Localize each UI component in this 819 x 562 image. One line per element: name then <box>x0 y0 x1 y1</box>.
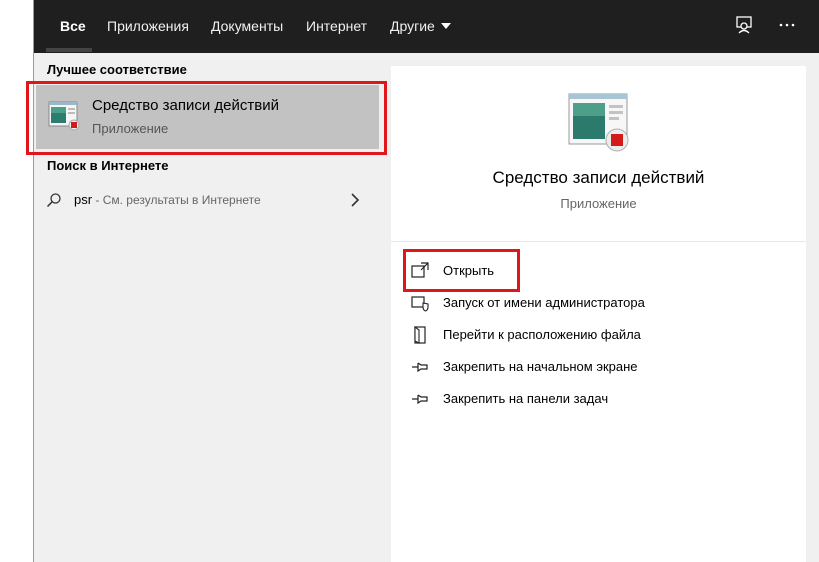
open-icon <box>411 262 429 278</box>
web-search-row[interactable]: psr - См. результаты в Интернете <box>34 185 390 215</box>
web-search-heading: Поиск в Интернете <box>47 158 169 173</box>
best-match-name: Средство записи действий <box>92 97 279 114</box>
action-pin-taskbar[interactable]: Закрепить на панели задач <box>411 386 711 412</box>
best-match-type: Приложение <box>92 121 169 136</box>
feedback-icon[interactable] <box>734 14 756 36</box>
tab-apps[interactable]: Приложения <box>107 18 189 34</box>
action-file-location-label: Перейти к расположению файла <box>443 327 641 342</box>
action-pin-start[interactable]: Закрепить на начальном экране <box>411 354 711 380</box>
web-query: psr <box>74 192 93 207</box>
action-run-as-admin-label: Запуск от имени администратора <box>443 295 645 310</box>
best-match-heading: Лучшее соответствие <box>47 62 187 77</box>
web-hint: - См. результаты в Интернете <box>92 193 261 207</box>
search-filter-bar: Все Приложения Документы Интернет Другие <box>34 0 819 53</box>
tab-documents[interactable]: Документы <box>211 18 283 34</box>
results-pane: Лучшее соответствие Средство записи дейс… <box>34 53 390 562</box>
tab-more-label: Другие <box>390 18 435 34</box>
steps-recorder-large-icon <box>568 93 629 152</box>
pin-start-icon <box>412 362 428 373</box>
best-match-item[interactable]: Средство записи действий Приложение <box>36 85 379 149</box>
tab-more[interactable]: Другие <box>390 18 451 34</box>
more-icon[interactable] <box>776 14 798 36</box>
tab-internet[interactable]: Интернет <box>306 18 367 34</box>
app-title: Средство записи действий <box>492 168 705 187</box>
pin-taskbar-icon <box>412 394 428 405</box>
action-pin-taskbar-label: Закрепить на панели задач <box>443 391 609 406</box>
tab-all[interactable]: Все <box>60 18 86 34</box>
action-file-location[interactable]: Перейти к расположению файла <box>411 322 711 348</box>
desktop-edge <box>0 0 34 562</box>
app-type: Приложение <box>560 196 637 211</box>
action-run-as-admin[interactable]: Запуск от имени администратора <box>411 290 711 316</box>
web-search-text: psr - См. результаты в Интернете <box>74 192 261 207</box>
details-pane: Средство записи действий Приложение Откр… <box>391 66 806 562</box>
steps-recorder-icon <box>48 101 80 131</box>
divider <box>391 241 806 242</box>
file-location-icon <box>414 326 426 344</box>
action-open[interactable]: Открыть <box>411 258 711 284</box>
action-open-label: Открыть <box>443 263 495 278</box>
action-pin-start-label: Закрепить на начальном экране <box>443 359 638 374</box>
run-as-admin-icon <box>411 296 429 312</box>
chevron-right-icon[interactable] <box>350 193 360 207</box>
chevron-down-icon <box>440 23 451 29</box>
active-tab-underline <box>46 48 92 52</box>
search-icon <box>46 193 61 208</box>
